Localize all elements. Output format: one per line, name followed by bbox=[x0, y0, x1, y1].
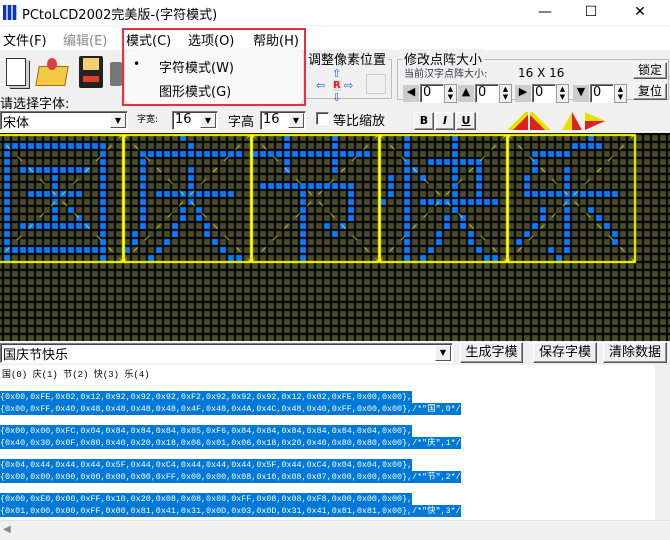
code-line: {0x40,0x30,0x0F,0x80,0x40,0x20,0x18,0x06… bbox=[0, 437, 461, 449]
menu-edit[interactable]: 编辑(E) bbox=[63, 30, 107, 49]
char-index-line: 国(0) 庆(1) 节(2) 快(3) 乐(4) bbox=[2, 370, 150, 380]
spin-up-icon[interactable]: ▲ bbox=[448, 85, 453, 93]
menu-file[interactable]: 文件(F) bbox=[3, 30, 47, 49]
underline-button[interactable]: U bbox=[456, 112, 476, 130]
arrow-up-icon[interactable]: ⇧ bbox=[332, 67, 341, 80]
open-folder-icon[interactable] bbox=[35, 54, 69, 90]
code-line: {0x00,0x00,0x00,0x00,0x00,0x00,0xFF,0x00… bbox=[0, 471, 461, 483]
char-height-value: 16 bbox=[263, 112, 280, 127]
bold-button[interactable]: B bbox=[414, 112, 434, 130]
rotate-right-icon[interactable] bbox=[530, 112, 550, 130]
reset-center-button[interactable]: R bbox=[333, 80, 341, 91]
app-icon bbox=[3, 5, 17, 20]
spin-up-icon[interactable]: ▲ bbox=[560, 85, 565, 93]
margin-right-input[interactable]: 0 bbox=[532, 84, 556, 103]
spin-down-icon[interactable]: ▼ bbox=[503, 93, 508, 101]
spin-up-icon[interactable]: ▲ bbox=[503, 85, 508, 93]
flip-vertical-icon[interactable] bbox=[585, 112, 605, 130]
minimize-button[interactable]: — bbox=[522, 0, 568, 25]
rotate-left-icon[interactable] bbox=[508, 112, 528, 130]
chevron-down-icon[interactable]: ▼ bbox=[200, 113, 216, 128]
margin-right-spinner[interactable]: ▲ ▼ bbox=[556, 84, 569, 103]
text-input-combo[interactable]: 国庆节快乐 ▼ bbox=[0, 343, 453, 363]
spin-down-icon[interactable]: ▼ bbox=[560, 93, 565, 101]
char-width-label: 字宽: bbox=[137, 115, 159, 125]
margin-bottom-spinner[interactable]: ▲ ▼ bbox=[614, 84, 627, 103]
proportional-label: 等比缩放 bbox=[333, 114, 386, 129]
italic-button[interactable]: I bbox=[435, 112, 455, 130]
margin-top-icon: ▲ bbox=[458, 85, 474, 102]
code-line: {0x00,0x00,0xFC,0x04,0x84,0x84,0x84,0x85… bbox=[0, 425, 413, 437]
text-input-value: 国庆节快乐 bbox=[3, 348, 69, 363]
maximize-button[interactable]: ☐ bbox=[568, 0, 614, 25]
pixel-adjust-group: 调整像素位置 ⇧ ⇦ R ⇨ ⇩ bbox=[304, 49, 392, 104]
output-text-area[interactable]: 国(0) 庆(1) 节(2) 快(3) 乐(4) {0x00,0xFE,0x02… bbox=[0, 365, 655, 520]
code-line: {0x00,0xFF,0x40,0x48,0x48,0x48,0x48,0x4F… bbox=[0, 403, 461, 415]
proportional-checkbox[interactable] bbox=[316, 112, 329, 125]
lock-button[interactable]: 锁定 bbox=[633, 62, 667, 79]
arrow-right-icon[interactable]: ⇨ bbox=[344, 79, 353, 92]
font-combo[interactable]: 宋体 ▼ bbox=[0, 111, 128, 131]
spin-up-icon[interactable]: ▲ bbox=[618, 85, 623, 93]
vertical-scrollbar[interactable] bbox=[655, 365, 670, 520]
margin-top-input[interactable]: 0 bbox=[475, 84, 499, 103]
dot-matrix-canvas[interactable] bbox=[0, 133, 670, 341]
char-width-value: 16 bbox=[175, 112, 192, 127]
generate-button[interactable]: 生成字模 bbox=[460, 342, 523, 363]
position-preview bbox=[366, 74, 386, 94]
margin-bottom-icon: ▼ bbox=[573, 85, 589, 102]
margin-left-input[interactable]: 0 bbox=[420, 84, 444, 103]
save-button[interactable]: 保存字模 bbox=[533, 342, 597, 363]
margin-left-icon: ◀ bbox=[403, 85, 419, 102]
char-height-label: 字高 bbox=[228, 115, 255, 130]
highlight-box bbox=[122, 28, 306, 106]
margin-top-spinner[interactable]: ▲ ▼ bbox=[499, 84, 512, 103]
clear-button[interactable]: 清除数据 bbox=[603, 342, 667, 363]
code-line: {0x01,0x00,0x00,0xFF,0x00,0x81,0x41,0x31… bbox=[0, 505, 461, 517]
margin-right-icon: ▶ bbox=[515, 85, 531, 102]
save-floppy-icon[interactable] bbox=[75, 54, 107, 90]
spin-down-icon[interactable]: ▼ bbox=[618, 93, 623, 101]
code-line: {0x00,0xFE,0x02,0x12,0x92,0x92,0x92,0xF2… bbox=[0, 391, 413, 403]
chevron-down-icon[interactable]: ▼ bbox=[435, 345, 451, 361]
spin-down-icon[interactable]: ▼ bbox=[448, 93, 453, 101]
code-line: {0x00,0xE0,0x00,0xFF,0x10,0x20,0x08,0x08… bbox=[0, 493, 413, 505]
char-width-combo[interactable]: 16 ▼ bbox=[172, 111, 218, 130]
code-line: {0x04,0x44,0x44,0x44,0x5F,0x44,0xC4,0x44… bbox=[0, 459, 413, 471]
pixel-adjust-title: 调整像素位置 bbox=[306, 49, 389, 68]
scroll-left-icon[interactable]: ◀ bbox=[3, 524, 11, 535]
font-combo-value: 宋体 bbox=[3, 116, 30, 131]
current-size-value: 16 X 16 bbox=[518, 66, 565, 80]
margin-left-spinner[interactable]: ▲ ▼ bbox=[444, 84, 457, 103]
arrow-left-icon[interactable]: ⇦ bbox=[316, 79, 325, 92]
margin-bottom-input[interactable]: 0 bbox=[590, 84, 614, 103]
arrow-down-icon[interactable]: ⇩ bbox=[332, 91, 341, 104]
chevron-down-icon[interactable]: ▼ bbox=[288, 113, 304, 128]
close-button[interactable]: ✕ bbox=[617, 0, 663, 25]
horizontal-scrollbar[interactable]: ◀ bbox=[0, 520, 670, 540]
current-size-label: 当前汉字点阵大小: bbox=[404, 69, 488, 80]
font-select-label: 请选择字体: bbox=[0, 97, 70, 112]
new-file-icon[interactable] bbox=[0, 54, 32, 90]
reset-button[interactable]: 复位 bbox=[633, 83, 667, 100]
title-bar: PCtoLCD2002完美版-(字符模式) — ☐ ✕ bbox=[0, 0, 670, 25]
flip-horizontal-icon[interactable] bbox=[562, 112, 582, 130]
menu-bar: 文件(F) 编辑(E) 模式(C) 选项(O) 帮助(H) bbox=[0, 26, 670, 50]
char-height-combo[interactable]: 16 ▼ bbox=[260, 111, 306, 130]
window-title: PCtoLCD2002完美版-(字符模式) bbox=[22, 8, 218, 23]
chevron-down-icon[interactable]: ▼ bbox=[110, 113, 126, 128]
